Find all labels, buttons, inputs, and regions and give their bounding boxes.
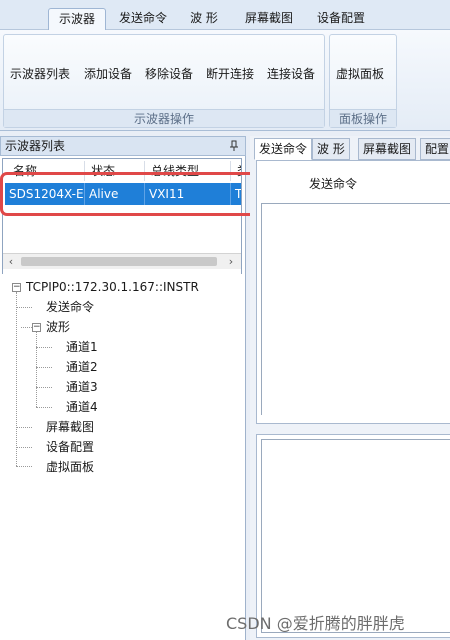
menu-tab-device-config[interactable]: 设备配置 bbox=[310, 8, 372, 30]
tree-line bbox=[36, 387, 52, 388]
tree-line bbox=[16, 447, 32, 448]
table-row[interactable]: SDS1204X-E Alive VXI11 TC bbox=[5, 183, 241, 205]
cell-name: SDS1204X-E bbox=[5, 183, 85, 205]
cell-bus: VXI11 bbox=[145, 183, 231, 205]
add-device-button[interactable]: 添加设备 bbox=[84, 65, 132, 82]
oscilloscope-list-panel: 示波器列表 名称 状态 总线类型 类 SDS1204X-E Alive VXI1… bbox=[0, 136, 246, 640]
menu-tab-send-command[interactable]: 发送命令 bbox=[112, 8, 174, 30]
panel-header: 示波器列表 bbox=[0, 136, 246, 156]
scroll-right-icon[interactable]: › bbox=[223, 254, 239, 270]
ribbon-group-label: 示波器操作 bbox=[4, 109, 324, 127]
panel-title: 示波器列表 bbox=[5, 139, 66, 153]
tree-line bbox=[16, 427, 32, 428]
group-title: 发送命令 bbox=[309, 177, 358, 191]
tree-node-send-command[interactable]: 发送命令 bbox=[46, 298, 94, 316]
collapse-icon[interactable]: − bbox=[12, 283, 21, 292]
response-textbox[interactable] bbox=[261, 439, 450, 633]
tab-config[interactable]: 配置 bbox=[420, 138, 450, 160]
tab-waveform[interactable]: 波 形 bbox=[312, 138, 350, 160]
watermark: CSDN @爱折腾的胖胖虎 bbox=[226, 614, 405, 633]
disconnect-button[interactable]: 断开连接 bbox=[206, 65, 254, 82]
ribbon-group-label: 面板操作 bbox=[330, 109, 396, 127]
tree-line bbox=[16, 292, 17, 466]
remove-device-button[interactable]: 移除设备 bbox=[145, 65, 193, 82]
tree-line bbox=[21, 327, 32, 328]
scroll-left-icon[interactable]: ‹ bbox=[3, 254, 19, 270]
ribbon-group-oscilloscope-ops: 示波器列表 添加设备 移除设备 断开连接 连接设备 示波器操作 bbox=[3, 34, 325, 128]
tree-node-device-config[interactable]: 设备配置 bbox=[46, 438, 94, 456]
column-header-status[interactable]: 状态 bbox=[85, 161, 145, 181]
column-header-name[interactable]: 名称 bbox=[7, 161, 85, 181]
scroll-thumb[interactable] bbox=[21, 257, 217, 266]
cell-status: Alive bbox=[85, 183, 145, 205]
workspace-panel: 发送命令 波 形 屏幕截图 配置 发送命令 bbox=[250, 136, 450, 640]
tree-node-virtual-panel[interactable]: 虚拟面板 bbox=[46, 458, 94, 476]
tree-node-channel-1[interactable]: 通道1 bbox=[66, 338, 98, 356]
tree-node-channel-2[interactable]: 通道2 bbox=[66, 358, 98, 376]
ribbon-group-panel-ops: 虚拟面板 面板操作 bbox=[329, 34, 397, 128]
send-command-pane: 发送命令 bbox=[256, 160, 450, 424]
menu-tab-waveform[interactable]: 波 形 bbox=[182, 8, 226, 30]
tree-line bbox=[36, 407, 52, 408]
virtual-panel-button[interactable]: 虚拟面板 bbox=[336, 65, 384, 82]
tree-line bbox=[16, 466, 32, 467]
cell-type: TC bbox=[235, 187, 241, 201]
menu-tab-oscilloscope[interactable]: 示波器 bbox=[48, 8, 106, 30]
collapse-icon[interactable]: − bbox=[32, 323, 41, 332]
tree-line bbox=[36, 347, 52, 348]
tree-line bbox=[36, 367, 52, 368]
tab-send-command[interactable]: 发送命令 bbox=[254, 138, 313, 160]
response-pane bbox=[256, 434, 450, 638]
tree-line bbox=[36, 332, 37, 407]
horizontal-scrollbar[interactable]: ‹ › bbox=[3, 253, 241, 269]
tree-line bbox=[16, 307, 32, 308]
column-header-type[interactable]: 类 bbox=[231, 161, 241, 181]
oscilloscope-list-button[interactable]: 示波器列表 bbox=[10, 65, 70, 82]
device-tree: − TCPIP0::172.30.1.167::INSTR 发送命令 − 波形 … bbox=[2, 274, 242, 638]
tree-node-channel-4[interactable]: 通道4 bbox=[66, 398, 98, 416]
menu-tab-screenshot[interactable]: 屏幕截图 bbox=[238, 8, 300, 30]
menu-bar: 示波器 发送命令 波 形 屏幕截图 设备配置 bbox=[0, 0, 450, 30]
pin-icon[interactable] bbox=[229, 140, 239, 152]
tree-node-waveform[interactable]: 波形 bbox=[46, 318, 70, 336]
tree-node-screenshot[interactable]: 屏幕截图 bbox=[46, 418, 94, 436]
tab-screenshot[interactable]: 屏幕截图 bbox=[358, 138, 417, 160]
command-groupbox bbox=[261, 203, 450, 415]
tree-node-channel-3[interactable]: 通道3 bbox=[66, 378, 98, 396]
tree-node-device[interactable]: TCPIP0::172.30.1.167::INSTR bbox=[26, 278, 199, 296]
column-header-bus-type[interactable]: 总线类型 bbox=[145, 161, 231, 181]
ribbon: 示波器列表 添加设备 移除设备 断开连接 连接设备 示波器操作 虚拟面板 面板操… bbox=[0, 30, 450, 131]
connect-device-button[interactable]: 连接设备 bbox=[267, 65, 315, 82]
